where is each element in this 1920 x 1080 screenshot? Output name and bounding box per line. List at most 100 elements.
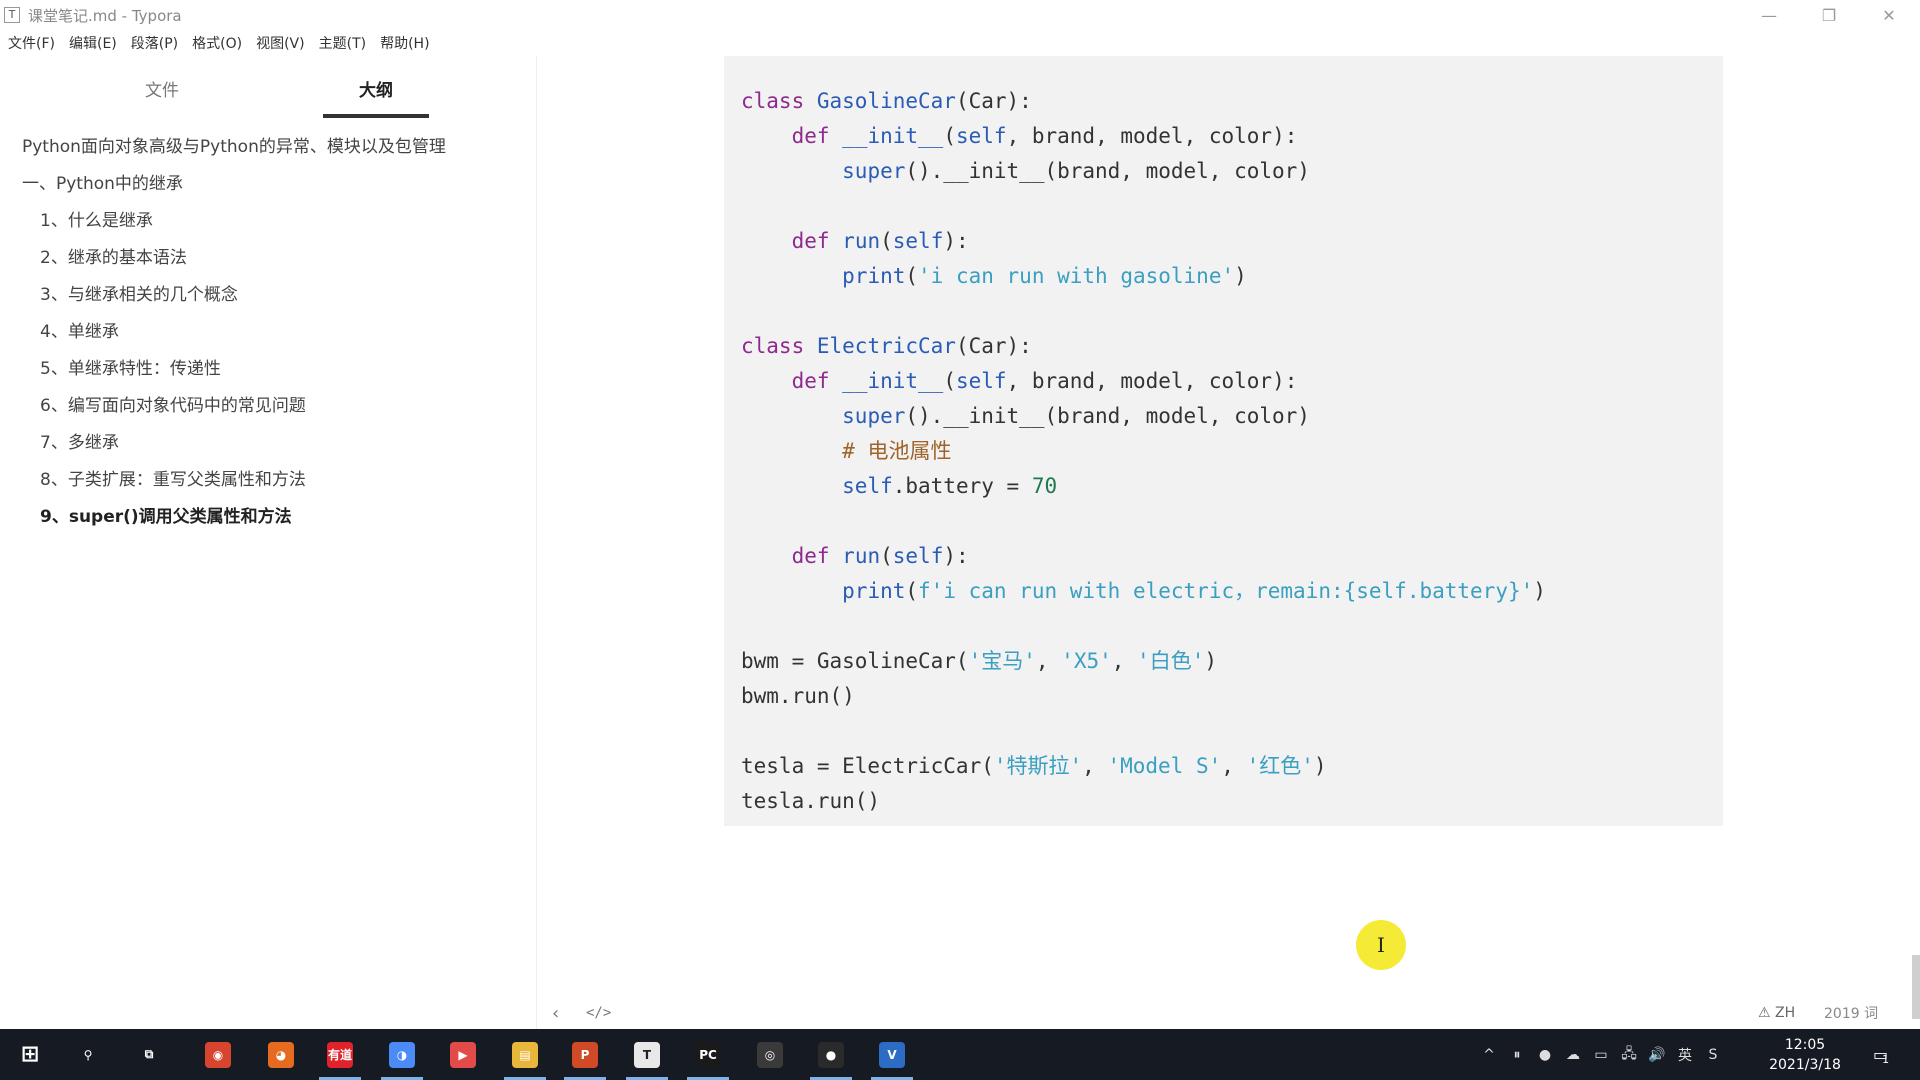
spellcheck-language[interactable]: ⚠ ZH xyxy=(1758,1005,1795,1021)
chrome-icon: ◉ xyxy=(205,1041,231,1068)
sidebar-tabs: 文件 大纲 xyxy=(0,56,536,120)
code-line[interactable] xyxy=(741,504,1723,539)
outline-item[interactable]: 9、super()调用父类属性和方法 xyxy=(0,496,537,533)
taskbar-task-view-button[interactable]: ⧉ xyxy=(124,1029,174,1080)
outline-item[interactable]: Python面向对象高级与Python的异常、模块以及包管理 xyxy=(0,126,537,163)
clock-time: 12:05 xyxy=(1784,1037,1826,1053)
code-block[interactable]: class GasolineCar(Car): def __init__(sel… xyxy=(724,56,1723,826)
outline-item[interactable]: 8、子类扩展：重写父类属性和方法 xyxy=(0,459,537,496)
outline-item[interactable]: 5、单继承特性：传递性 xyxy=(0,348,537,385)
taskbar-video-app-button[interactable]: ▶ xyxy=(438,1029,488,1080)
menu-format[interactable]: 格式(O) xyxy=(192,31,242,55)
menu-help[interactable]: 帮助(H) xyxy=(380,31,429,55)
code-line[interactable]: def run(self): xyxy=(741,539,1723,574)
code-line[interactable]: class GasolineCar(Car): xyxy=(741,84,1723,119)
battery-icon[interactable]: ▭ xyxy=(1589,1043,1613,1067)
code-line[interactable]: super().__init__(brand, model, color) xyxy=(741,154,1723,189)
show-hidden-icons[interactable]: ^ xyxy=(1477,1043,1501,1067)
taskbar-search-button[interactable]: ⚲ xyxy=(63,1029,113,1080)
menu-view[interactable]: 视图(V) xyxy=(256,31,305,55)
mouse-cursor-highlight: I xyxy=(1356,920,1406,970)
toggle-sidebar-icon[interactable]: ‹ xyxy=(552,1003,559,1024)
code-line[interactable]: def __init__(self, brand, model, color): xyxy=(741,119,1723,154)
outline-item[interactable]: 1、什么是继承 xyxy=(0,200,537,237)
close-button[interactable]: ✕ xyxy=(1860,0,1918,30)
outline-item[interactable]: 2、继承的基本语法 xyxy=(0,237,537,274)
taskbar-typora-button[interactable]: T xyxy=(622,1029,672,1080)
code-line[interactable] xyxy=(741,609,1723,644)
typora-app-icon: T xyxy=(4,7,20,23)
pause-icon[interactable]: ⏸ xyxy=(1505,1043,1529,1067)
task-view-icon: ⧉ xyxy=(136,1041,162,1068)
code-line[interactable]: bwm = GasolineCar('宝马', 'X5', '白色') xyxy=(741,644,1723,679)
editor-area[interactable]: class GasolineCar(Car): def __init__(sel… xyxy=(538,56,1920,1029)
outline-item[interactable]: 7、多继承 xyxy=(0,422,537,459)
obs-icon: ◎ xyxy=(757,1041,783,1068)
code-line[interactable]: print(f'i can run with electric，remain:{… xyxy=(741,574,1723,609)
volume-icon[interactable]: 🔊 xyxy=(1645,1043,1669,1067)
youdao-icon: 有道 xyxy=(327,1041,353,1068)
taskbar-file-explorer-button[interactable]: ▤ xyxy=(500,1029,550,1080)
record-icon[interactable]: ● xyxy=(1533,1043,1557,1067)
scrollbar-thumb[interactable] xyxy=(1912,955,1920,1019)
typora-icon: T xyxy=(634,1041,660,1068)
pycharm-icon: PC xyxy=(695,1041,721,1068)
code-line[interactable]: tesla.run() xyxy=(741,784,1723,819)
active-tab-indicator xyxy=(323,114,429,118)
code-line[interactable]: super().__init__(brand, model, color) xyxy=(741,399,1723,434)
taskbar-pycharm-button[interactable]: PC xyxy=(683,1029,733,1080)
word-count[interactable]: 2019 词 xyxy=(1824,1003,1878,1023)
taskbar-vnc-button[interactable]: V xyxy=(867,1029,917,1080)
code-line[interactable]: tesla = ElectricCar('特斯拉', 'Model S', '红… xyxy=(741,749,1723,784)
taskbar-firefox-button[interactable]: ◕ xyxy=(256,1029,306,1080)
taskbar-powerpoint-button[interactable]: P xyxy=(560,1029,610,1080)
code-line[interactable]: print('i can run with gasoline') xyxy=(741,259,1723,294)
outline-item[interactable]: 4、单继承 xyxy=(0,311,537,348)
recorder-icon: ● xyxy=(818,1041,844,1068)
menu-bar: 文件(F) 编辑(E) 段落(P) 格式(O) 视图(V) 主题(T) 帮助(H… xyxy=(0,30,1920,56)
notification-center-button[interactable]: ▭ 1 xyxy=(1866,1041,1896,1067)
code-line[interactable]: self.battery = 70 xyxy=(741,469,1723,504)
tab-outline[interactable]: 大纲 xyxy=(323,56,429,120)
code-line[interactable]: class ElectricCar(Car): xyxy=(741,329,1723,364)
text-cursor-icon: I xyxy=(1377,933,1385,957)
maximize-button[interactable]: ❐ xyxy=(1800,0,1858,30)
code-line[interactable]: bwm.run() xyxy=(741,679,1723,714)
code-line[interactable] xyxy=(741,189,1723,224)
code-line[interactable] xyxy=(741,294,1723,329)
outline-item[interactable]: 6、编写面向对象代码中的常见问题 xyxy=(0,385,537,422)
outline-list: Python面向对象高级与Python的异常、模块以及包管理 一、Python中的… xyxy=(0,126,537,533)
firefox-icon: ◕ xyxy=(268,1041,294,1068)
input-method-icon[interactable]: 英 xyxy=(1673,1043,1697,1067)
powerpoint-icon: P xyxy=(572,1041,598,1068)
sogou-icon[interactable]: S xyxy=(1701,1043,1725,1067)
taskbar-recorder-button[interactable]: ● xyxy=(806,1029,856,1080)
code-line[interactable]: def __init__(self, brand, model, color): xyxy=(741,364,1723,399)
taskbar-start-button[interactable]: ⊞ xyxy=(5,1029,55,1080)
menu-paragraph[interactable]: 段落(P) xyxy=(131,31,178,55)
code-line[interactable] xyxy=(741,714,1723,749)
outline-item[interactable]: 3、与继承相关的几个概念 xyxy=(0,274,537,311)
taskbar-obs-button[interactable]: ◎ xyxy=(745,1029,795,1080)
clock[interactable]: 12:05 2021/3/18 xyxy=(1760,1035,1850,1075)
menu-file[interactable]: 文件(F) xyxy=(8,31,55,55)
code-line[interactable]: def run(self): xyxy=(741,224,1723,259)
start-icon: ⊞ xyxy=(17,1041,43,1068)
video-app-icon: ▶ xyxy=(450,1041,476,1068)
menu-theme[interactable]: 主题(T) xyxy=(319,31,366,55)
status-bar: ‹ </> ⚠ ZH 2019 词 xyxy=(538,955,1920,1029)
taskbar-chrome-button[interactable]: ◉ xyxy=(193,1029,243,1080)
code-line[interactable]: # 电池属性 xyxy=(741,434,1723,469)
taskbar-browser-button[interactable]: ◑ xyxy=(377,1029,427,1080)
tab-files[interactable]: 文件 xyxy=(60,56,264,120)
clock-date: 2021/3/18 xyxy=(1769,1057,1841,1073)
outline-item[interactable]: 一、Python中的继承 xyxy=(0,163,537,200)
source-code-mode-icon[interactable]: </> xyxy=(586,1005,611,1021)
cloud-icon[interactable]: ☁ xyxy=(1561,1043,1585,1067)
menu-edit[interactable]: 编辑(E) xyxy=(69,31,117,55)
browser-icon: ◑ xyxy=(389,1041,415,1068)
file-explorer-icon: ▤ xyxy=(512,1041,538,1068)
minimize-button[interactable]: — xyxy=(1740,0,1798,30)
taskbar-youdao-button[interactable]: 有道 xyxy=(315,1029,365,1080)
network-icon[interactable]: 🖧 xyxy=(1617,1043,1641,1067)
